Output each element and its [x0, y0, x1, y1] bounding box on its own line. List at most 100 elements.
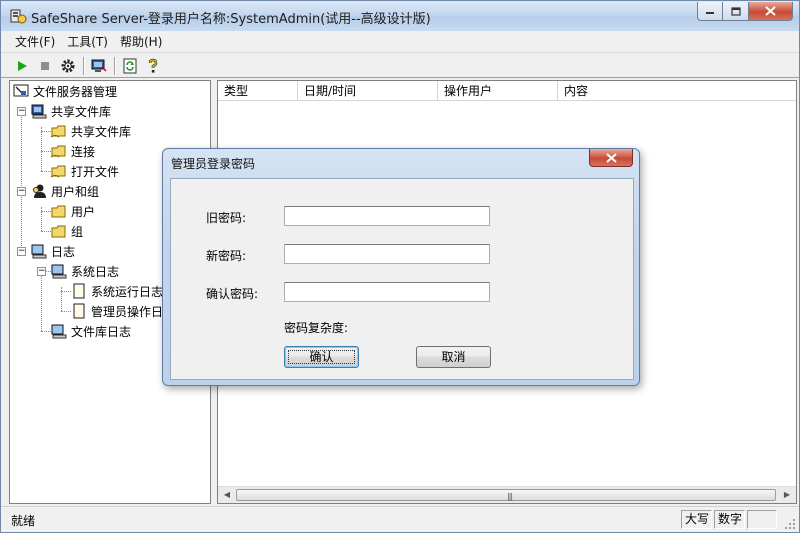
column-datetime[interactable]: 日期/时间 [298, 81, 438, 101]
old-password-label: 旧密码: [206, 211, 247, 225]
stop-icon [41, 61, 49, 70]
tree-label: 用户和组 [51, 184, 100, 199]
dialog-title: 管理员登录密码 [171, 157, 256, 171]
tree-node-connections[interactable]: 连接 [50, 142, 95, 160]
tree-node-library-log[interactable]: 文件库日志 [50, 322, 131, 340]
dialog-close-button[interactable] [589, 149, 633, 167]
maximize-button[interactable] [723, 2, 749, 21]
title-bar[interactable]: SafeShare Server-登录用户名称:SystemAdmin(试用--… [1, 1, 799, 31]
status-text: 就绪 [11, 514, 36, 528]
maximize-icon [730, 6, 741, 16]
collapse-toggle[interactable]: − [37, 267, 46, 276]
window-title: SafeShare Server-登录用户名称:SystemAdmin(试用--… [31, 12, 431, 27]
refresh-icon [123, 58, 137, 73]
tree-node-users-groups[interactable]: 用户和组 [30, 182, 99, 200]
tree-label: 日志 [51, 244, 76, 259]
minimize-button[interactable] [697, 2, 723, 21]
tree-label: 共享文件库 [71, 124, 132, 139]
refresh-button[interactable] [119, 56, 141, 76]
shared-folder-icon [50, 143, 68, 159]
log-computer-icon [50, 263, 68, 279]
server-connect-icon [91, 59, 107, 72]
close-icon [605, 153, 617, 163]
stop-button[interactable] [34, 56, 56, 76]
log-computer-icon [30, 243, 48, 259]
tree-node-groups[interactable]: 组 [50, 222, 83, 240]
new-password-field[interactable] [284, 244, 490, 264]
tree-label: 系统运行日志 [91, 284, 164, 299]
horizontal-scrollbar[interactable]: ◀ ||| ▶ [218, 486, 796, 503]
file-server-icon [12, 83, 30, 99]
status-bar: 就绪 大写 数字 [1, 506, 799, 532]
tree-label: 连接 [71, 144, 96, 159]
toolbar [1, 54, 799, 78]
grip-icon: ||| [507, 492, 513, 501]
scroll-thumb[interactable]: ||| [236, 489, 776, 501]
folder-icon [50, 223, 68, 239]
computer-icon [30, 103, 48, 119]
tree-label: 用户 [71, 204, 96, 219]
cancel-button[interactable]: 取消 [416, 346, 491, 368]
close-button[interactable] [749, 2, 793, 21]
tree-label: 文件服务器管理 [33, 84, 118, 99]
tree-node-admin-log[interactable]: 管理员操作日志 [70, 302, 175, 320]
confirm-password-label: 确认密码: [206, 287, 259, 301]
tree-node-logs[interactable]: 日志 [30, 242, 75, 260]
tree-label: 系统日志 [71, 264, 120, 279]
log-computer-icon [50, 323, 68, 339]
help-icon [148, 58, 158, 73]
confirm-button[interactable]: 确认 [284, 346, 359, 368]
column-user[interactable]: 操作用户 [438, 81, 558, 101]
cancel-button-label: 取消 [441, 350, 466, 364]
collapse-toggle[interactable]: − [17, 187, 26, 196]
scroll-lock-indicator [747, 510, 777, 529]
app-server-icon [10, 9, 27, 24]
collapse-toggle[interactable]: − [17, 247, 26, 256]
tree-node-users[interactable]: 用户 [50, 202, 95, 220]
old-password-field[interactable] [284, 206, 490, 226]
dialog-body: 旧密码: 新密码: 确认密码: 密码复杂度: 确认 取消 [170, 178, 634, 380]
toolbar-separator [83, 56, 85, 75]
tree-node-open-files[interactable]: 打开文件 [50, 162, 119, 180]
tree-node-root[interactable]: 文件服务器管理 [12, 82, 117, 100]
start-button[interactable] [11, 56, 33, 76]
menu-bar: 文件(F) 工具(T) 帮助(H) [1, 31, 799, 53]
help-button[interactable] [142, 56, 164, 76]
tree-label: 组 [71, 224, 84, 239]
menu-help[interactable]: 帮助(H) [114, 33, 168, 50]
admin-password-dialog: 管理员登录密码 旧密码: 新密码: 确认密码: 密码复杂度: 确认 取消 [162, 148, 640, 386]
scroll-left-arrow-icon[interactable]: ◀ [220, 489, 234, 501]
password-complexity-label: 密码复杂度: [284, 321, 349, 335]
caps-lock-indicator: 大写 [681, 510, 712, 529]
collapse-toggle[interactable]: − [17, 107, 26, 116]
focus-rect [288, 350, 355, 364]
document-icon [70, 283, 88, 299]
tree-node-run-log[interactable]: 系统运行日志 [70, 282, 163, 300]
new-password-label: 新密码: [206, 249, 247, 263]
folder-icon [50, 203, 68, 219]
confirm-password-field[interactable] [284, 282, 490, 302]
menu-tools[interactable]: 工具(T) [61, 33, 114, 50]
num-lock-indicator: 数字 [714, 510, 745, 529]
toolbar-separator [114, 56, 116, 75]
shared-folder-icon [50, 163, 68, 179]
column-content[interactable]: 内容 [558, 81, 796, 101]
list-header: 类型 日期/时间 操作用户 内容 [218, 81, 796, 101]
tree-node-shares[interactable]: 共享文件库 [30, 102, 111, 120]
tree-node-share-library[interactable]: 共享文件库 [50, 122, 131, 140]
document-icon [70, 303, 88, 319]
tree-label: 文件库日志 [71, 324, 132, 339]
window-controls [697, 2, 793, 21]
settings-button[interactable] [57, 56, 79, 76]
close-icon [765, 6, 776, 16]
scroll-right-arrow-icon[interactable]: ▶ [780, 489, 794, 501]
users-icon [30, 183, 48, 199]
resize-grip-icon[interactable] [784, 518, 796, 530]
minimize-icon [706, 12, 714, 14]
settings-gear-icon [61, 59, 75, 72]
column-type[interactable]: 类型 [218, 81, 298, 101]
tree-node-system-log[interactable]: 系统日志 [50, 262, 119, 280]
menu-file[interactable]: 文件(F) [9, 33, 61, 50]
play-icon [18, 60, 27, 71]
server-connect-button[interactable] [88, 56, 110, 76]
